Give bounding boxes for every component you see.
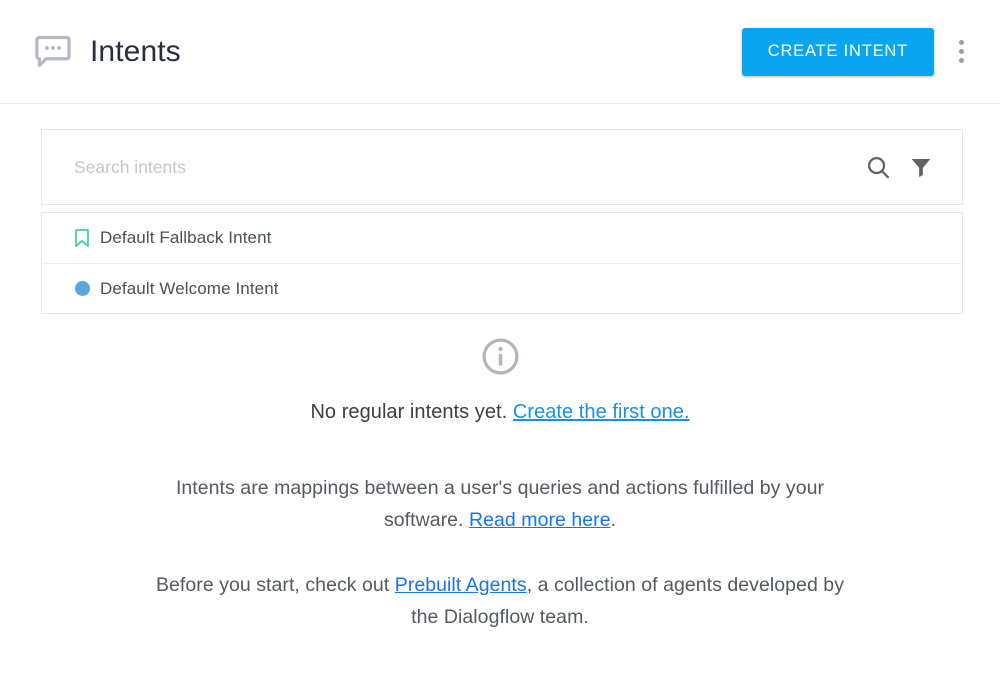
read-more-here-link[interactable]: Read more here <box>469 509 611 531</box>
intent-name: Default Fallback Intent <box>100 228 272 247</box>
list-item[interactable]: Default Fallback Intent <box>42 213 962 263</box>
bookmark-icon <box>64 228 100 248</box>
paragraph-2-text-before: Before you start, check out <box>155 574 395 597</box>
empty-state: No regular intents yet. Create the first… <box>0 336 1000 633</box>
filter-icon[interactable] <box>908 154 934 180</box>
kebab-dot <box>958 49 964 54</box>
intents-panel: Default Fallback Intent Default Welcome … <box>41 129 963 314</box>
header-actions: CREATE INTENT <box>741 27 976 76</box>
info-icon <box>60 336 940 377</box>
more-options-icon[interactable] <box>948 32 974 72</box>
create-intent-button[interactable]: CREATE INTENT <box>741 27 934 76</box>
main-content: Default Fallback Intent Default Welcome … <box>0 129 1000 633</box>
paragraph-1-text-after: . <box>610 508 617 531</box>
search-actions <box>865 154 938 181</box>
prebuilt-agents-link[interactable]: Prebuilt Agents <box>395 574 527 596</box>
search-input[interactable] <box>74 156 865 178</box>
empty-state-headline-text: No regular intents yet. <box>310 401 513 423</box>
list-item[interactable]: Default Welcome Intent <box>42 263 962 313</box>
chat-bubble-icon <box>34 35 72 69</box>
page-title: Intents <box>90 34 181 68</box>
empty-state-paragraph-2: Before you start, check out Prebuilt Age… <box>155 570 845 633</box>
intent-list: Default Fallback Intent Default Welcome … <box>41 212 963 314</box>
search-bar <box>41 129 963 205</box>
kebab-dot <box>958 40 964 45</box>
create-first-intent-link[interactable]: Create the first one. <box>513 401 690 423</box>
header-left-group: Intents <box>34 16 742 86</box>
blue-dot-icon <box>64 281 100 296</box>
status-dot <box>74 281 90 296</box>
kebab-dot <box>958 58 964 63</box>
empty-state-paragraph-1: Intents are mappings between a user's qu… <box>135 473 865 536</box>
page-header: Intents CREATE INTENT <box>0 0 1000 104</box>
search-icon[interactable] <box>865 154 892 181</box>
intent-name: Default Welcome Intent <box>100 278 279 298</box>
empty-state-headline: No regular intents yet. Create the first… <box>60 399 940 425</box>
